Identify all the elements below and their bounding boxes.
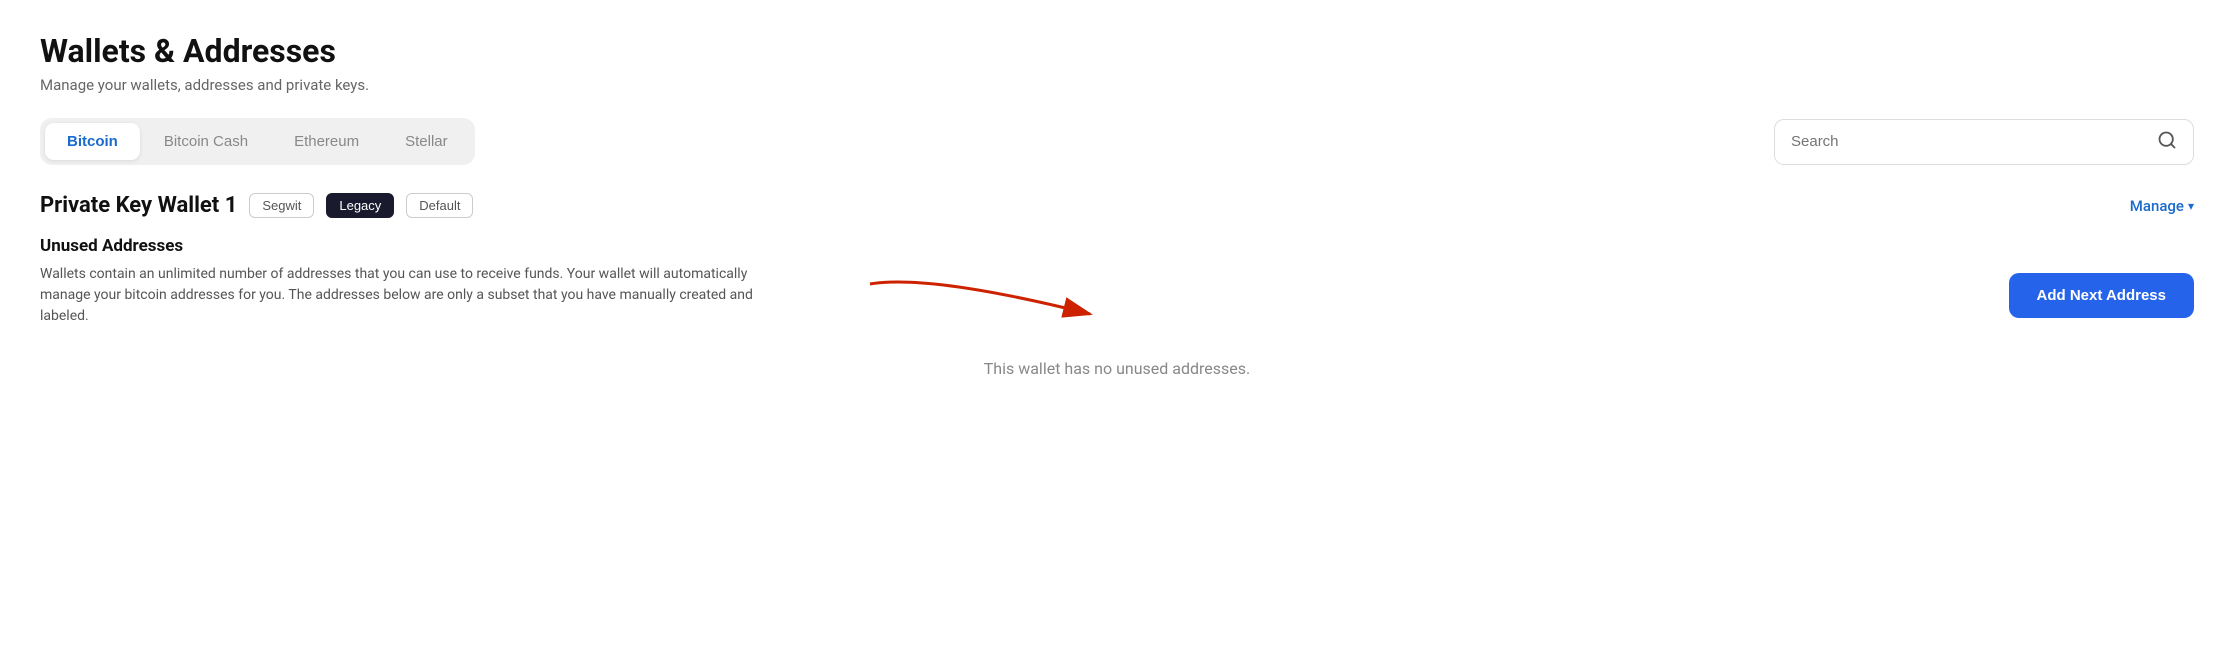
- unused-content-row: Wallets contain an unlimited number of a…: [40, 264, 2194, 327]
- wallet-title-area: Private Key Wallet 1 Segwit Legacy Defau…: [40, 193, 473, 218]
- wallet-header: Private Key Wallet 1 Segwit Legacy Defau…: [40, 193, 2194, 218]
- wallet-name: Private Key Wallet 1: [40, 193, 237, 218]
- wallet-section: Private Key Wallet 1 Segwit Legacy Defau…: [40, 193, 2194, 327]
- search-input[interactable]: [1791, 133, 2157, 150]
- search-container: [1774, 119, 2194, 165]
- add-next-address-button[interactable]: Add Next Address: [2009, 273, 2194, 318]
- tab-bitcoin[interactable]: Bitcoin: [45, 123, 140, 160]
- tab-bitcoin-cash[interactable]: Bitcoin Cash: [142, 123, 270, 160]
- search-icon: [2157, 130, 2177, 154]
- manage-label: Manage: [2130, 197, 2184, 215]
- page-subtitle: Manage your wallets, addresses and priva…: [40, 76, 2194, 94]
- unused-section: Unused Addresses Wallets contain an unli…: [40, 236, 2194, 327]
- badge-segwit[interactable]: Segwit: [249, 193, 314, 218]
- chevron-down-icon: ▾: [2188, 199, 2194, 213]
- manage-link[interactable]: Manage ▾: [2130, 197, 2194, 215]
- unused-desc: Wallets contain an unlimited number of a…: [40, 264, 800, 327]
- page-title: Wallets & Addresses: [40, 32, 2194, 70]
- empty-state-message: This wallet has no unused addresses.: [40, 359, 2194, 398]
- badge-legacy[interactable]: Legacy: [326, 193, 394, 218]
- unused-addresses-title: Unused Addresses: [40, 236, 2194, 256]
- tab-ethereum[interactable]: Ethereum: [272, 123, 381, 160]
- red-arrow-annotation: [850, 274, 1110, 334]
- tabs-container: Bitcoin Bitcoin Cash Ethereum Stellar: [40, 118, 475, 165]
- badge-default[interactable]: Default: [406, 193, 473, 218]
- tab-stellar[interactable]: Stellar: [383, 123, 470, 160]
